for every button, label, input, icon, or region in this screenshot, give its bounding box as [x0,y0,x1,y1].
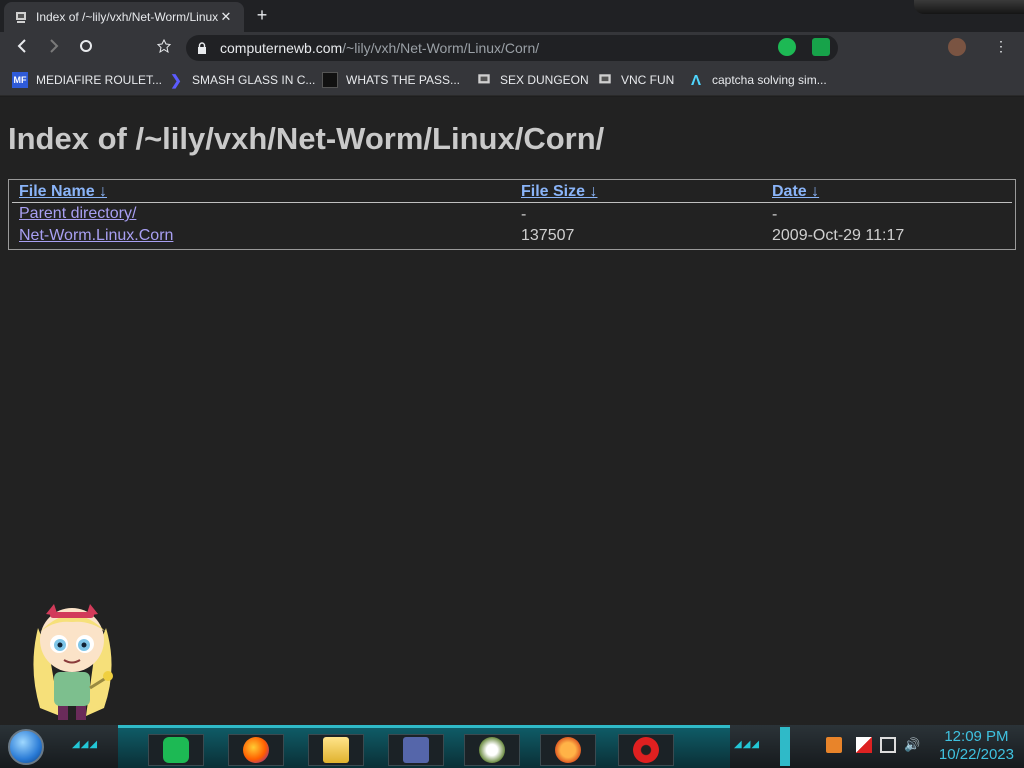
p-app-icon [555,737,581,763]
taskbar-app-p[interactable] [540,734,596,766]
bookmark-smash-glass[interactable]: ❯ SMASH GLASS IN C... [168,70,315,90]
bookmark-vnc-fun[interactable]: VNC FUN [597,70,674,90]
close-tab-icon[interactable]: ✕ [218,9,234,25]
back-button[interactable] [12,38,32,58]
volume-icon[interactable]: 🔊 [904,737,920,753]
bookmark-label: WHATS THE PASS... [346,73,461,87]
file-size-cell: 137507 [521,227,575,244]
taskbar-app-radiation[interactable] [618,734,674,766]
url-path: /~lily/vxh/Net-Worm/Linux/Corn/ [342,40,540,56]
address-bar[interactable]: computernewb.com/~lily/vxh/Net-Worm/Linu… [186,35,838,61]
mediafire-icon: MF [12,72,28,88]
file-size-cell: - [521,206,527,223]
system-clock[interactable]: 12:09 PM 10/22/2023 [939,728,1014,764]
flower-app-icon [479,737,505,763]
action-center-flag-icon[interactable] [856,737,872,753]
forward-button[interactable] [44,38,64,58]
reload-icon [80,40,92,52]
column-header-file-name[interactable]: File Name ↓ [19,183,107,201]
lambda-icon: Λ [690,71,701,89]
reload-button[interactable] [76,38,96,58]
taskbar-decoration-right: ◢◢◢ [734,739,761,750]
forward-arrow-icon [50,39,59,53]
column-header-file-size[interactable]: File Size ↓ [521,183,597,201]
date-cell: - [772,206,778,223]
computernewb-icon [599,74,611,84]
taskbar-app-firefox[interactable] [228,734,284,766]
network-icon[interactable] [880,737,896,753]
clock-time: 12:09 PM [944,728,1009,745]
bookmark-label: SEX DUNGEON [500,73,589,87]
taskbar: ◢◢◢ ◢◢◢ 🔊 12:09 PM 10/22/2023 [0,725,1024,768]
file-explorer-icon [323,737,349,763]
window-controls[interactable] [914,0,1024,14]
bookmark-label: captcha solving sim... [712,73,827,87]
taskbar-app-file-explorer[interactable] [308,734,364,766]
column-header-date[interactable]: Date ↓ [772,183,819,201]
bookmarks-bar: MF MEDIAFIRE ROULET... ❯ SMASH GLASS IN … [0,64,1024,96]
cartoon-character-sticker [33,604,113,720]
bookmark-label: SMASH GLASS IN C... [192,73,316,87]
bookmark-captcha[interactable]: Λ captcha solving sim... [688,70,827,90]
tab-title: Index of /~lily/vxh/Net-Worm/Linux/Corn/ [36,10,218,24]
show-desktop-strip[interactable] [780,727,790,766]
bookmark-mediafire[interactable]: MF MEDIAFIRE ROULET... [12,70,162,90]
computernewb-icon [478,74,490,84]
taskbar-decoration-left: ◢◢◢ [72,739,99,750]
app-window-icon [403,737,429,763]
radiation-app-icon [633,737,659,763]
taskbar-app-frame [118,725,730,768]
browser-toolbar: computernewb.com/~lily/vxh/Net-Worm/Linu… [0,32,1024,64]
start-button[interactable] [8,729,44,765]
taskbar-app-spotify[interactable] [148,734,204,766]
bookmark-dungeon[interactable]: SEX DUNGEON [476,70,589,90]
directory-listing-table: File Name ↓ File Size ↓ Date ↓ Parent di… [8,179,1016,250]
firefox-icon [243,737,269,763]
dark-square-icon [322,72,338,88]
new-tab-button[interactable]: + [252,5,272,26]
bookmark-label: MEDIAFIRE ROULET... [36,73,163,87]
tab-strip: Index of /~lily/vxh/Net-Worm/Linux/Corn/… [0,0,1024,32]
clock-date: 10/22/2023 [938,746,1014,763]
back-arrow-icon [17,39,26,53]
tab-active[interactable]: Index of /~lily/vxh/Net-Worm/Linux/Corn/… [4,2,244,32]
star-icon [156,38,172,54]
url-host: computernewb.com [220,40,343,56]
spotify-extension-icon[interactable] [778,38,796,56]
shield-extension-icon[interactable] [812,38,830,56]
chevron-bookmark-icon: ❯ [170,71,182,88]
computernewb-icon [16,12,26,23]
bookmark-whats-the-pass[interactable]: WHATS THE PASS... [322,70,460,90]
bookmark-star-button[interactable] [154,38,174,58]
spotify-icon [163,737,189,763]
profile-avatar[interactable] [948,38,966,56]
date-cell: 2009-Oct-29 11:17 [772,227,905,244]
page-title: Index of /~lily/vxh/Net-Worm/Linux/Corn/ [8,121,605,156]
tray-app-icon[interactable] [826,737,842,753]
bookmark-label: VNC FUN [621,73,675,87]
header-divider [12,202,1012,203]
lock-icon [198,42,206,54]
parent-directory-link[interactable]: Parent directory/ [19,205,136,223]
taskbar-app-window[interactable] [388,734,444,766]
taskbar-app-flower[interactable] [464,734,520,766]
file-link-net-worm-linux-corn[interactable]: Net-Worm.Linux.Corn [19,227,173,245]
menu-icon[interactable]: ⋮ [994,38,1008,55]
page-content: Index of /~lily/vxh/Net-Worm/Linux/Corn/… [0,97,1024,725]
